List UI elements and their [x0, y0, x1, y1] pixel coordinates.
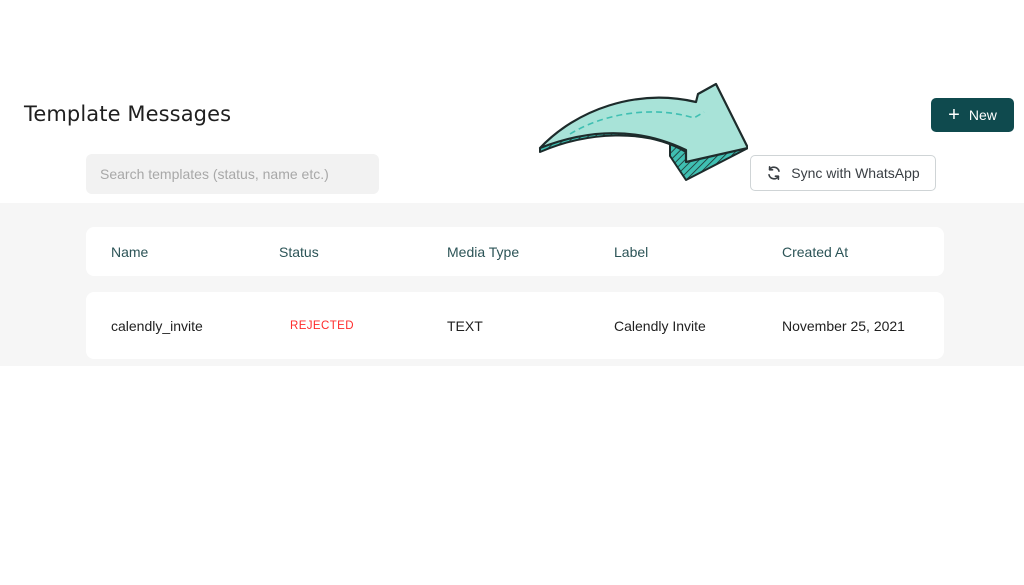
sync-icon [768, 166, 781, 180]
status-badge: REJECTED [290, 319, 354, 332]
search-input[interactable] [86, 154, 379, 194]
sync-whatsapp-button[interactable]: Sync with WhatsApp [750, 155, 936, 191]
table-row[interactable]: calendly_invite REJECTED TEXT Calendly I… [86, 292, 944, 359]
new-template-button[interactable]: + New [931, 98, 1014, 132]
curved-arrow-icon [538, 82, 748, 181]
new-button-label: New [968, 107, 997, 123]
column-header-label[interactable]: Label [614, 227, 648, 276]
sync-button-label: Sync with WhatsApp [791, 165, 920, 181]
table-header: Name Status Media Type Label Created At [86, 227, 944, 276]
template-messages-page: Template Messages + New Sync with WhatsA… [0, 0, 1024, 585]
cell-name: calendly_invite [111, 317, 203, 334]
cell-media-type: TEXT [447, 317, 483, 334]
column-header-status[interactable]: Status [279, 227, 319, 276]
cell-label: Calendly Invite [614, 317, 706, 334]
page-title: Template Messages [24, 102, 232, 126]
plus-icon: + [948, 103, 960, 126]
column-header-name[interactable]: Name [111, 227, 148, 276]
column-header-created-at[interactable]: Created At [782, 227, 848, 276]
column-header-media-type[interactable]: Media Type [447, 227, 519, 276]
templates-table: Name Status Media Type Label Created At … [0, 203, 1024, 366]
cell-created-at: November 25, 2021 [782, 317, 905, 334]
